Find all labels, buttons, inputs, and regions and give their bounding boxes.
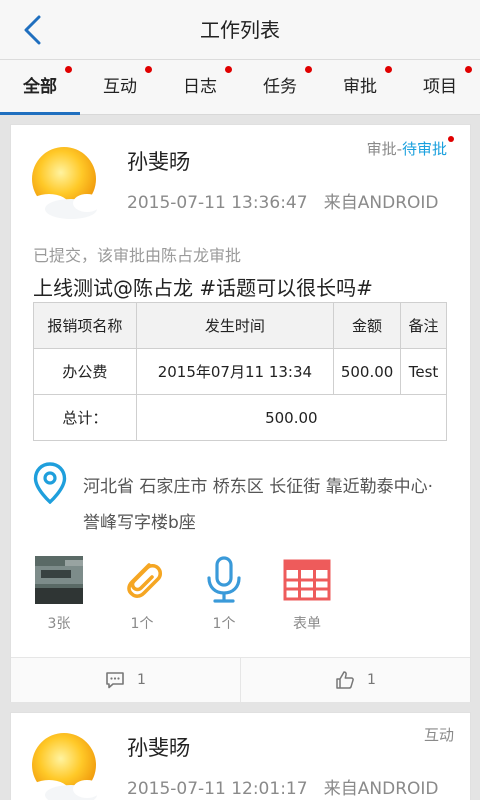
paperclip-icon	[118, 556, 166, 604]
tab-task[interactable]: 任务	[240, 60, 320, 114]
attachment-caption: 表单	[293, 616, 321, 632]
attachment-caption: 1个	[130, 616, 154, 632]
unread-dot	[385, 66, 392, 73]
work-feed[interactable]: 孙斐旸 2015-07-11 13:36:47 来自ANDROID 审批-待审批…	[0, 115, 480, 800]
attachment-caption: 3张	[47, 616, 71, 632]
feed-card[interactable]: 孙斐旸 2015-07-11 13:36:47 来自ANDROID 审批-待审批…	[10, 124, 471, 702]
tab-project[interactable]: 项目	[400, 60, 480, 114]
unread-dot	[145, 66, 152, 73]
col-header: 金额	[333, 302, 402, 349]
category-tabs: 全部 互动 日志 任务 审批 项目	[0, 60, 480, 115]
unread-dot	[465, 66, 472, 73]
feed-card[interactable]: 孙斐旸 2015-07-11 12:01:17 来自ANDROID 互动	[10, 712, 471, 800]
comment-count: 1	[137, 672, 146, 688]
post-time: 2015-07-11 13:36:47	[127, 193, 308, 213]
microphone-icon	[200, 556, 248, 604]
unread-dot	[225, 66, 232, 73]
post-title[interactable]: 上线测试@陈占龙 #话题可以很长吗#	[33, 272, 373, 301]
post-time: 2015-07-11 12:01:17	[127, 779, 308, 799]
unread-dot	[65, 66, 72, 73]
submission-note: 已提交，该审批由陈占龙审批	[33, 246, 242, 265]
table-cell: 2015年07月11 13:34	[135, 348, 335, 395]
location-text[interactable]: 河北省 石家庄市 桥东区 长征街 靠近勒泰中心· 誉峰写字楼b座	[83, 469, 453, 541]
avatar[interactable]	[27, 731, 101, 800]
file-attachment[interactable]: 1个	[107, 556, 177, 633]
page-title: 工作列表	[200, 18, 280, 42]
tab-label: 互动	[103, 77, 137, 97]
attachment-caption: 1个	[212, 616, 236, 632]
post-type: 审批-待审批	[366, 136, 454, 159]
tab-label: 审批	[343, 77, 377, 97]
author-name[interactable]: 孙斐旸	[127, 146, 190, 176]
tab-log[interactable]: 日志	[160, 60, 240, 114]
post-meta: 2015-07-11 12:01:17 来自ANDROID	[127, 774, 439, 799]
post-type: 互动	[423, 726, 454, 744]
tab-all[interactable]: 全部	[0, 60, 80, 115]
table-row: 办公费 2015年07月11 13:34 500.00 Test	[33, 348, 447, 395]
tab-approval[interactable]: 审批	[320, 60, 400, 114]
photo-attachment[interactable]: 3张	[24, 556, 94, 633]
unread-dot	[305, 66, 312, 73]
table-cell: Test	[400, 348, 447, 395]
tab-interaction[interactable]: 互动	[80, 60, 160, 114]
form-grid-icon	[283, 556, 331, 604]
col-header: 报销项名称	[33, 302, 137, 349]
expense-table: 报销项名称 发生时间 金额 备注 办公费 2015年07月11 13:34 50…	[33, 302, 448, 441]
total-row: 总计： 500.00	[33, 394, 448, 441]
location-line: 河北省 石家庄市 桥东区 长征街 靠近勒泰中心·	[83, 477, 434, 497]
comment-icon	[106, 672, 124, 689]
top-bar: 工作列表	[0, 0, 480, 60]
author-name[interactable]: 孙斐旸	[127, 732, 190, 762]
col-header: 备注	[400, 302, 447, 349]
table-cell: 500.00	[333, 348, 402, 395]
photo-thumbnail-icon	[35, 556, 83, 604]
card-actions: 1 1	[11, 657, 470, 702]
post-source: 来自ANDROID	[323, 779, 439, 799]
audio-attachment[interactable]: 1个	[189, 556, 259, 633]
total-label: 总计：	[33, 394, 137, 441]
location-pin-icon	[33, 462, 67, 504]
tab-label: 全部	[23, 77, 57, 97]
like-count: 1	[367, 672, 376, 688]
total-value: 500.00	[135, 394, 448, 441]
avatar[interactable]	[27, 145, 101, 219]
comment-button[interactable]: 1	[11, 658, 240, 702]
unread-dot	[448, 136, 454, 142]
type-prefix: 审批-	[366, 140, 402, 158]
thumbs-up-icon	[336, 671, 354, 689]
post-meta: 2015-07-11 13:36:47 来自ANDROID	[127, 188, 439, 213]
post-source: 来自ANDROID	[323, 193, 439, 213]
col-header: 发生时间	[135, 302, 335, 349]
tab-label: 项目	[423, 77, 457, 97]
location-line: 誉峰写字楼b座	[83, 513, 196, 533]
form-attachment[interactable]: 表单	[272, 556, 342, 633]
approval-status: 待审批	[401, 140, 447, 158]
table-cell: 办公费	[33, 348, 137, 395]
tab-label: 任务	[263, 77, 297, 97]
tab-label: 日志	[183, 77, 217, 97]
like-button[interactable]: 1	[240, 658, 470, 702]
